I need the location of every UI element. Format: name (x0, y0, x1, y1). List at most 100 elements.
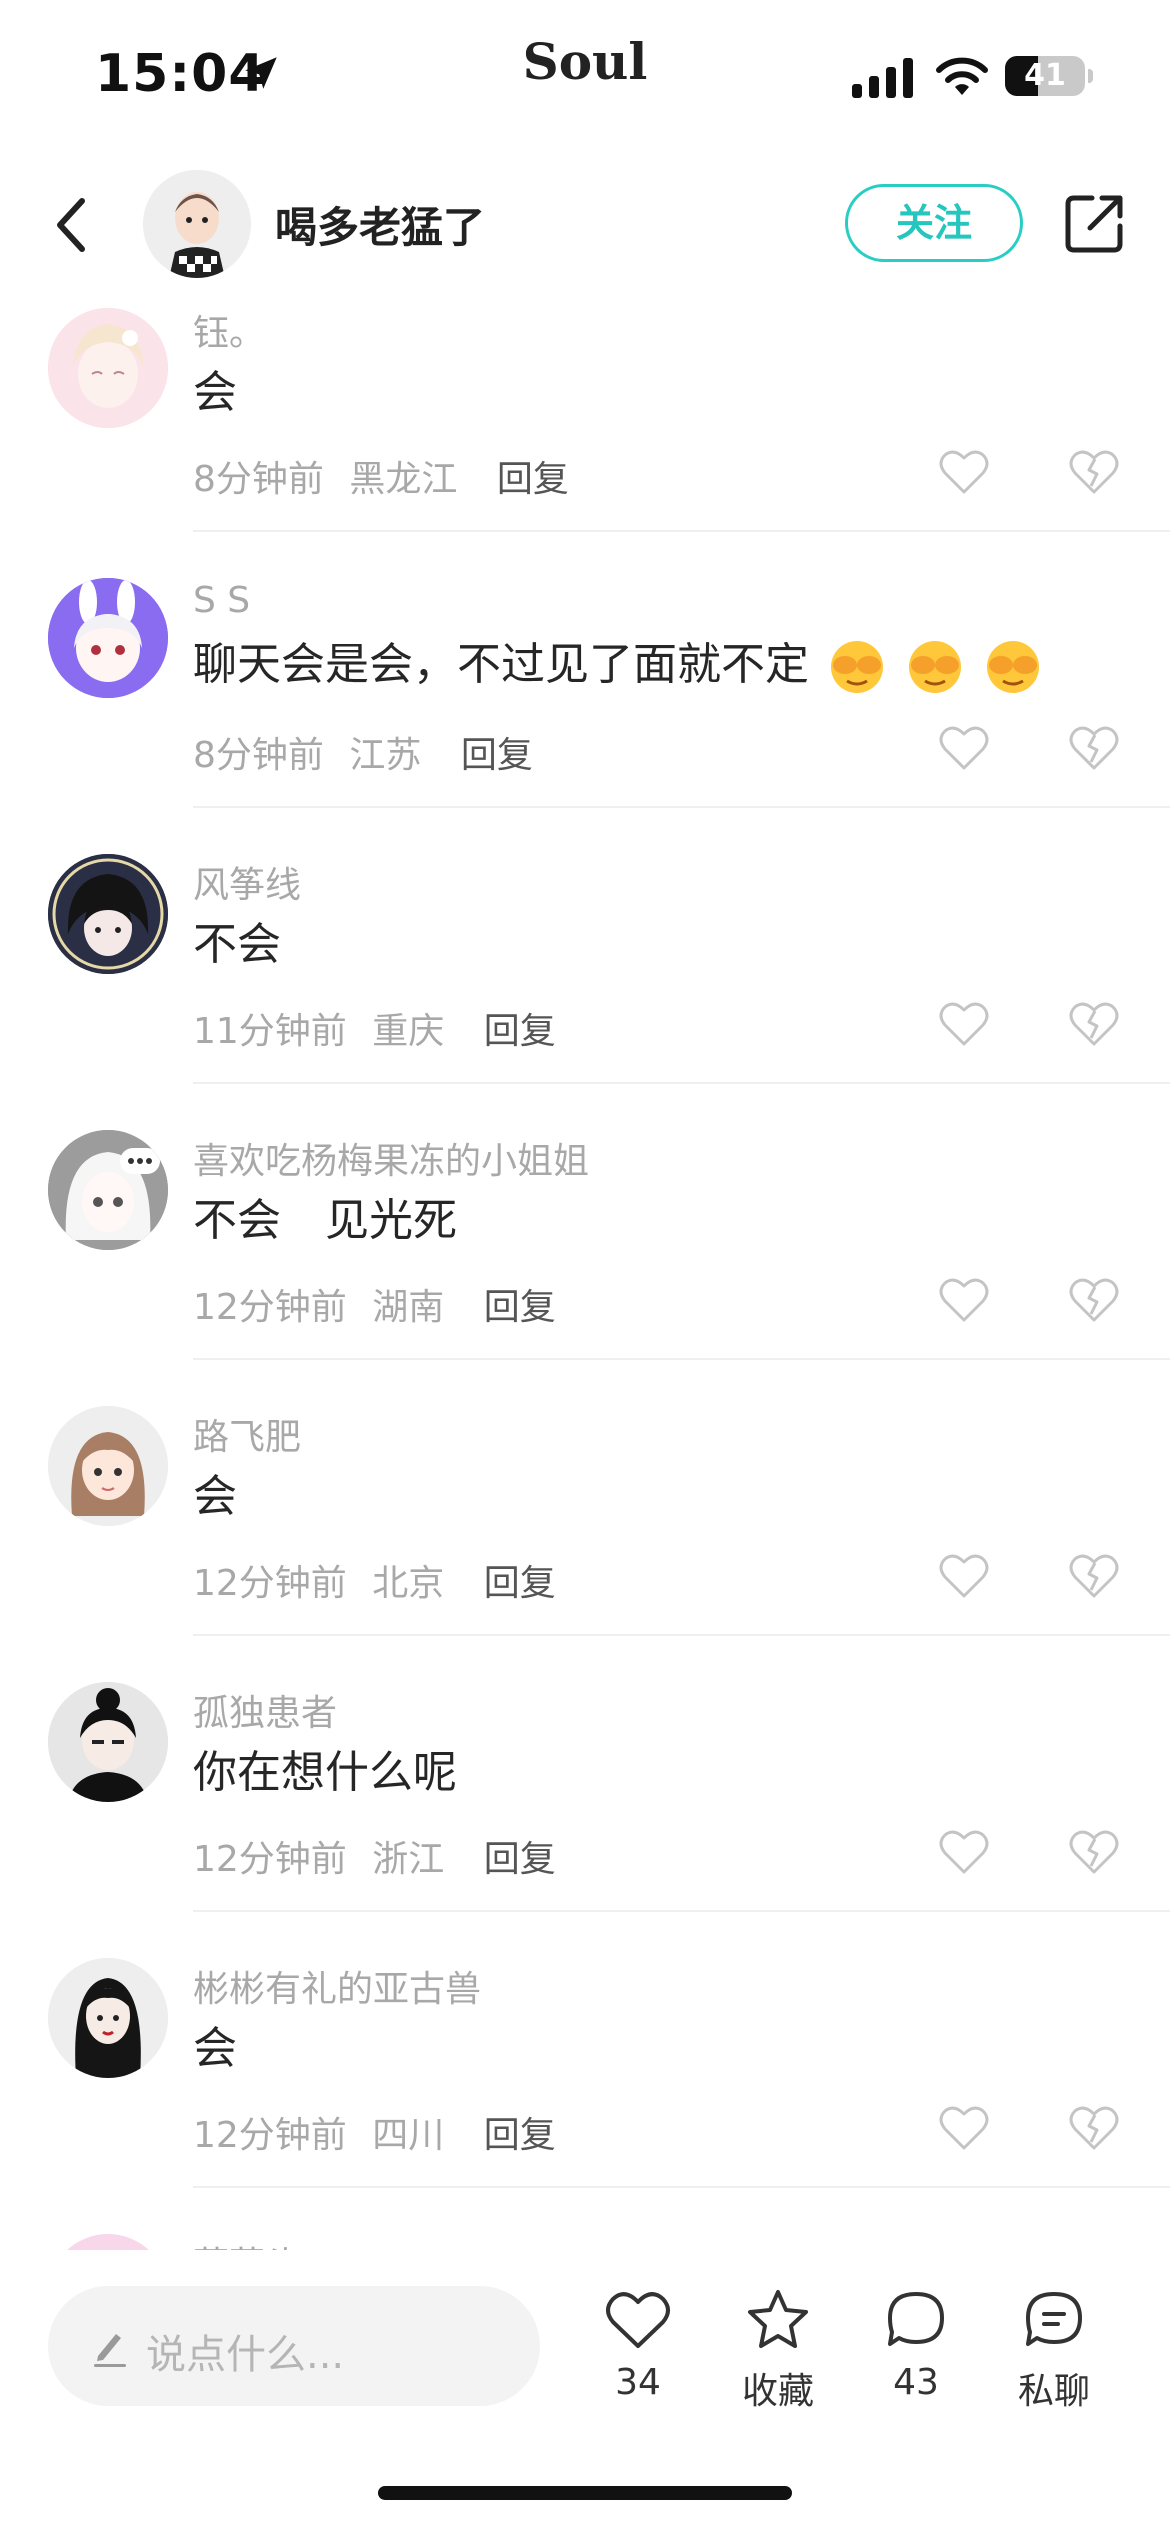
commenter-avatar[interactable] (48, 1958, 168, 2078)
comment-divider (193, 1910, 1170, 1912)
avatar-illustration (48, 854, 168, 974)
shy-face-emoji-icon (831, 641, 883, 693)
battery-level: 41 (1024, 58, 1066, 93)
star-icon (748, 2290, 808, 2348)
chat-bubble-icon (888, 2292, 944, 2346)
heart-icon[interactable] (938, 1552, 990, 1600)
comment-content: 聊天会是会，不过见了面就不定 (193, 639, 809, 690)
comment-meta: 12分钟前 湖南 回复 (193, 1278, 556, 1330)
comment-item: 菜菜头 (0, 2232, 1170, 2250)
broken-heart-icon[interactable] (1068, 1000, 1120, 1048)
commenter-avatar[interactable] (48, 854, 168, 974)
comment-content: 会 (193, 1471, 237, 1522)
avatar-illustration (48, 1958, 168, 2078)
avatar-illustration (143, 170, 251, 278)
comment-username[interactable]: 孤独患者 (193, 1684, 337, 1736)
commenter-avatar[interactable] (48, 1682, 168, 1802)
message-icon (1026, 2292, 1082, 2346)
heart-icon[interactable] (938, 448, 990, 496)
comment-time: 11分钟前 (193, 1011, 347, 1052)
comment-divider (193, 2186, 1170, 2188)
private-chat-button[interactable]: 私聊 (994, 2286, 1114, 2426)
broken-heart-icon[interactable] (1068, 448, 1120, 496)
heart-icon[interactable] (938, 1000, 990, 1048)
reply-button[interactable]: 回复 (484, 1011, 556, 1052)
avatar-illustration (48, 1130, 168, 1250)
comment-item: 彬彬有礼的亚古兽 会 12分钟前 四川 回复 (0, 1956, 1170, 2232)
avatar-illustration (48, 1682, 168, 1802)
heart-icon (606, 2292, 670, 2348)
comment-divider (193, 1634, 1170, 1636)
comment-time: 12分钟前 (193, 1839, 347, 1880)
broken-heart-icon[interactable] (1068, 1276, 1120, 1324)
heart-icon[interactable] (938, 724, 990, 772)
reply-button[interactable]: 回复 (484, 2115, 556, 2156)
comment-username[interactable]: 路飞肥 (193, 1408, 301, 1460)
comment-username[interactable]: 彬彬有礼的亚古兽 (193, 1960, 481, 2012)
commenter-avatar[interactable] (48, 578, 168, 698)
comment-list[interactable]: 钰。 会 8分钟前 黑龙江 回复 S S 聊天会是会，不过见了面就不定 8分钟前… (0, 300, 1170, 2250)
comment-item: 风筝线 不会 11分钟前 重庆 回复 (0, 852, 1170, 1128)
broken-heart-icon[interactable] (1068, 724, 1120, 772)
comment-content: 不会 (193, 919, 281, 970)
comment-username[interactable]: 喜欢吃杨梅果冻的小姐姐 (193, 1132, 589, 1184)
reply-button[interactable]: 回复 (484, 1839, 556, 1880)
comment-content: 你在想什么呢 (193, 1747, 457, 1798)
comment-username[interactable]: S S (193, 580, 250, 621)
comment-input-placeholder: 说点什么... (146, 2332, 345, 2378)
commenter-avatar[interactable] (48, 1406, 168, 1526)
heart-icon[interactable] (938, 1276, 990, 1324)
like-count: 34 (615, 2362, 661, 2403)
comment-item: 喜欢吃杨梅果冻的小姐姐 不会 见光死 12分钟前 湖南 回复 (0, 1128, 1170, 1404)
comment-meta: 8分钟前 黑龙江 回复 (193, 450, 569, 502)
comment-username[interactable]: 钰。 (193, 304, 265, 356)
collect-button[interactable]: 收藏 (718, 2286, 838, 2426)
share-icon[interactable] (1062, 192, 1126, 256)
comment-location: 重庆 (372, 1011, 445, 1052)
comment-username[interactable]: 风筝线 (193, 856, 301, 908)
comment-meta: 8分钟前 江苏 回复 (193, 726, 533, 778)
comment-username[interactable]: 菜菜头 (193, 2236, 301, 2250)
comment-meta: 11分钟前 重庆 回复 (193, 1002, 556, 1054)
reply-button[interactable]: 回复 (497, 459, 569, 500)
author-name[interactable]: 喝多老猛了 (275, 194, 485, 255)
comment-button[interactable]: 43 (856, 2286, 976, 2426)
author-avatar[interactable] (143, 170, 251, 278)
broken-heart-icon[interactable] (1068, 1828, 1120, 1876)
like-button[interactable]: 34 (578, 2286, 698, 2426)
commenter-avatar[interactable] (48, 2234, 168, 2250)
follow-button[interactable]: 关注 (845, 184, 1023, 262)
comment-time: 8分钟前 (193, 735, 324, 776)
comment-meta: 12分钟前 北京 回复 (193, 1554, 556, 1606)
reply-button[interactable]: 回复 (484, 1563, 556, 1604)
comment-content: 不会 见光死 (193, 1195, 457, 1246)
pencil-icon (94, 2334, 126, 2367)
comment-time: 12分钟前 (193, 1563, 347, 1604)
reply-button[interactable]: 回复 (484, 1287, 556, 1328)
comment-time: 12分钟前 (193, 2115, 347, 2156)
comment-item: 孤独患者 你在想什么呢 12分钟前 浙江 回复 (0, 1680, 1170, 1956)
commenter-avatar[interactable] (48, 308, 168, 428)
comment-content: 会 (193, 367, 237, 418)
broken-heart-icon[interactable] (1068, 2104, 1120, 2152)
comment-content: 会 (193, 2023, 237, 2074)
comment-time: 12分钟前 (193, 1287, 347, 1328)
heart-icon[interactable] (938, 1828, 990, 1876)
heart-icon[interactable] (938, 2104, 990, 2152)
avatar-illustration (48, 1406, 168, 1526)
shy-face-emoji-icon (909, 641, 961, 693)
commenter-avatar[interactable] (48, 1130, 168, 1250)
reply-button[interactable]: 回复 (461, 735, 533, 776)
cellular-signal-icon (852, 58, 913, 98)
comment-location: 江苏 (349, 735, 422, 776)
broken-heart-icon[interactable] (1068, 1552, 1120, 1600)
back-chevron-icon[interactable] (50, 195, 94, 255)
comment-input[interactable]: 说点什么... (48, 2286, 540, 2406)
comment-location: 北京 (372, 1563, 445, 1604)
comment-location: 浙江 (372, 1839, 445, 1880)
comment-divider (193, 806, 1170, 808)
home-indicator[interactable] (378, 2486, 792, 2500)
avatar-illustration (48, 308, 168, 428)
comment-item: S S 聊天会是会，不过见了面就不定 8分钟前 江苏 回复 (0, 576, 1170, 852)
comment-meta: 12分钟前 浙江 回复 (193, 1830, 556, 1882)
